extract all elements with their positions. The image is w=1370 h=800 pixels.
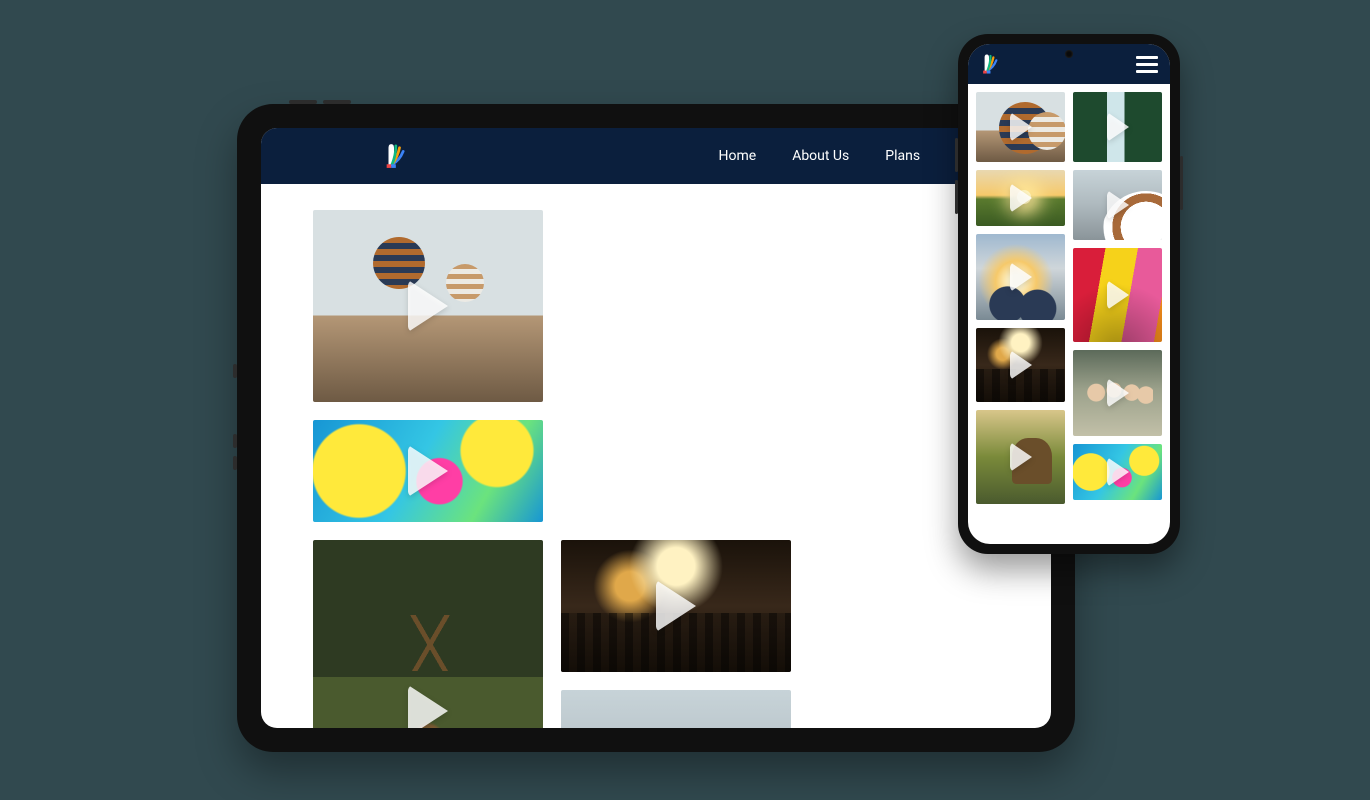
nav-plans[interactable]: Plans <box>885 148 920 164</box>
phone-screen <box>968 44 1170 544</box>
play-icon <box>408 685 448 728</box>
video-friends[interactable] <box>1073 350 1162 436</box>
nav-about-us[interactable]: About Us <box>792 148 849 164</box>
play-icon <box>1010 442 1032 472</box>
video-concert[interactable] <box>561 540 791 672</box>
video-color-festival[interactable] <box>1073 444 1162 500</box>
play-icon <box>1010 112 1032 142</box>
tablet-top-button <box>289 100 317 104</box>
brand-logo-icon <box>980 53 998 75</box>
play-icon <box>1010 262 1032 292</box>
play-icon <box>408 280 448 332</box>
video-dog[interactable] <box>1073 170 1162 240</box>
tablet-gallery <box>261 184 1051 728</box>
play-icon <box>1010 350 1032 380</box>
play-icon <box>1107 457 1129 487</box>
video-tulips[interactable] <box>1073 248 1162 342</box>
video-deer[interactable] <box>976 410 1065 504</box>
play-icon <box>408 445 448 497</box>
phone-side-button <box>955 138 958 172</box>
phone-device-frame <box>958 34 1180 554</box>
video-hot-air-balloons[interactable] <box>313 210 543 402</box>
video-deer[interactable] <box>313 540 543 728</box>
nav-home[interactable]: Home <box>719 148 757 164</box>
brand-logo-icon <box>383 142 405 170</box>
phone-side-button <box>955 180 958 214</box>
play-icon <box>1107 280 1129 310</box>
play-icon <box>1107 190 1129 220</box>
video-hot-air-balloons[interactable] <box>976 92 1065 162</box>
play-icon <box>656 580 696 632</box>
phone-gallery <box>968 84 1170 544</box>
tablet-side-button <box>233 364 237 378</box>
video-field-sunset[interactable] <box>976 170 1065 226</box>
tablet-side-button <box>233 456 237 470</box>
video-waterfall[interactable] <box>1073 92 1162 162</box>
phone-side-button <box>1180 156 1183 210</box>
video-concert[interactable] <box>976 328 1065 402</box>
play-icon <box>1107 378 1129 408</box>
tablet-header: Home About Us Plans Contact <box>261 128 1051 184</box>
tablet-device-frame: Home About Us Plans Contact <box>237 104 1075 752</box>
video-thumbnail <box>561 690 791 728</box>
tablet-side-button <box>233 434 237 448</box>
tablet-top-button <box>323 100 351 104</box>
tablet-screen: Home About Us Plans Contact <box>261 128 1051 728</box>
menu-icon[interactable] <box>1136 56 1158 73</box>
video-sunrise[interactable] <box>976 234 1065 320</box>
phone-camera-hole <box>1065 50 1073 58</box>
play-icon <box>1107 112 1129 142</box>
video-color-festival[interactable] <box>313 420 543 522</box>
video-dog[interactable] <box>561 690 791 728</box>
play-icon <box>1010 183 1032 213</box>
